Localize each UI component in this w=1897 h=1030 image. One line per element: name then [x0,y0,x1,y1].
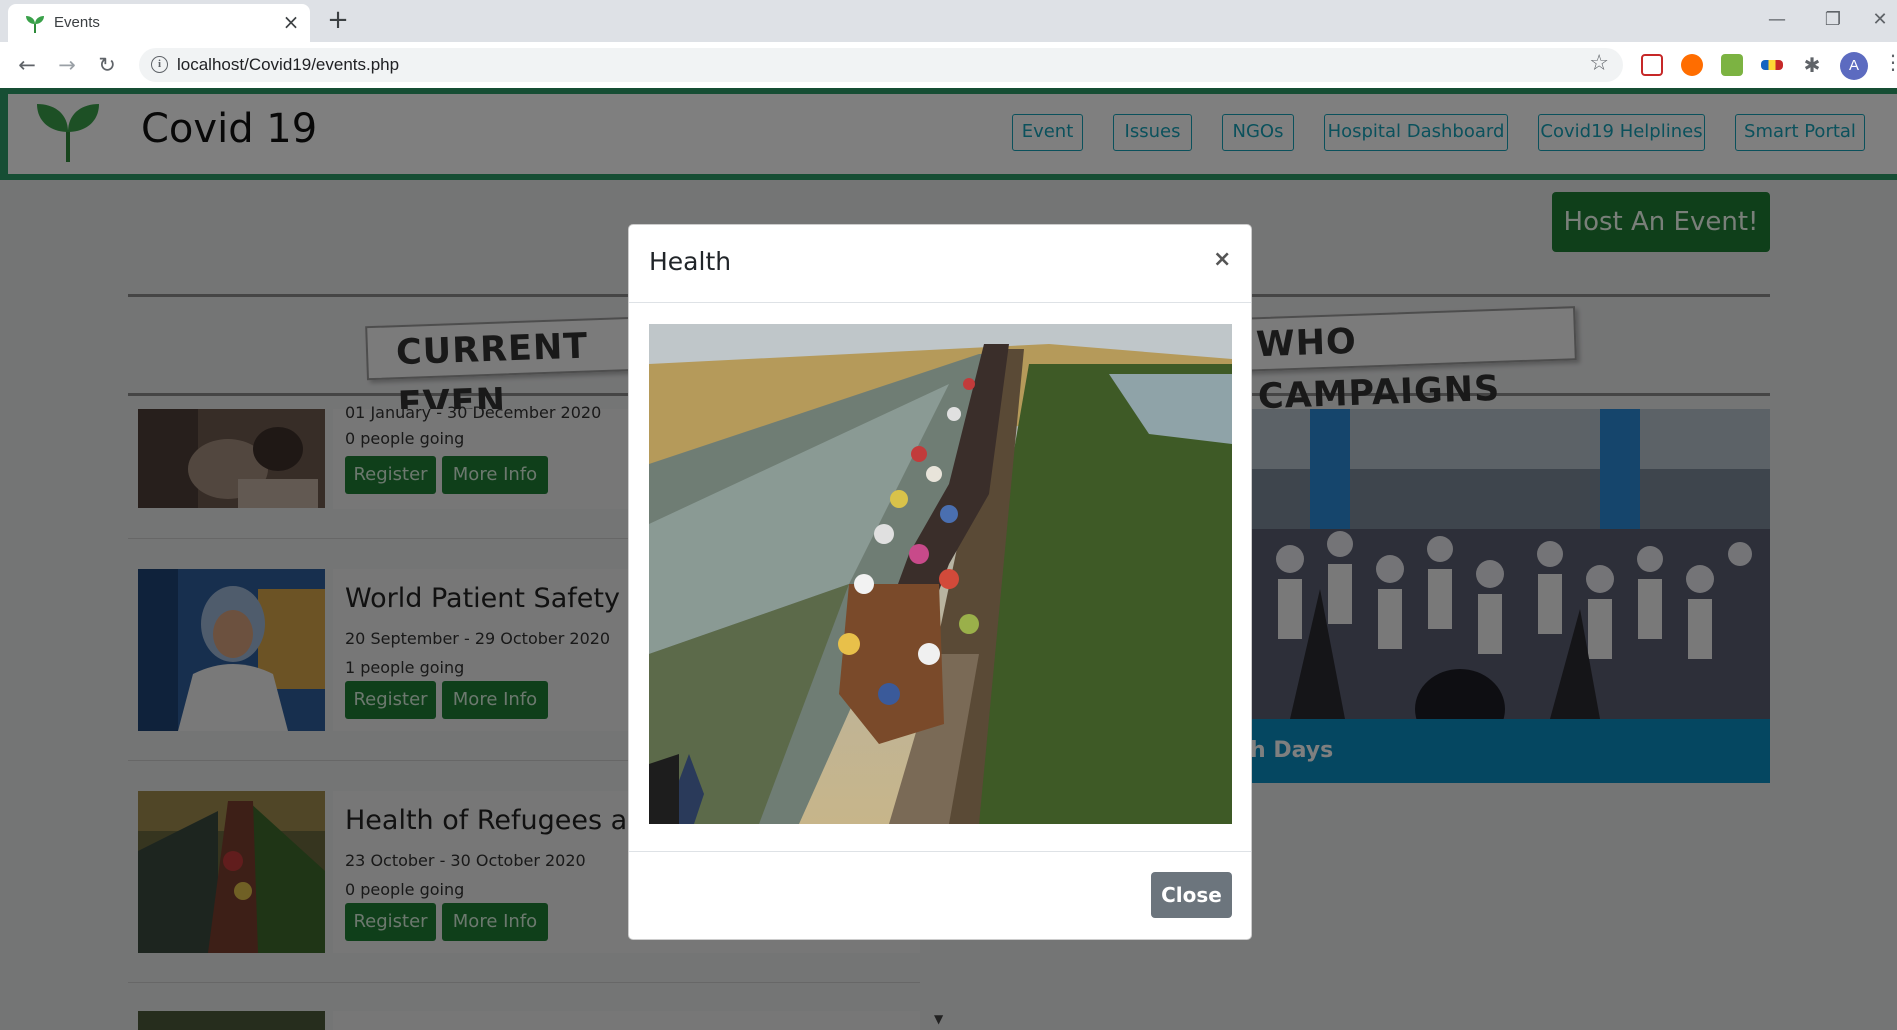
restore-icon[interactable]: ❐ [1813,6,1853,34]
modal-close-button[interactable]: Close [1151,872,1232,918]
leaf-favicon-icon [26,16,44,33]
url-text[interactable]: localhost/Covid19/events.php [177,55,399,75]
extension-orange-icon[interactable] [1681,54,1703,76]
modal-title: Health [649,247,732,276]
modal-close-icon[interactable]: × [1213,247,1231,272]
tab-close-icon[interactable]: × [279,10,303,34]
modal-image [649,324,1232,824]
extension-green-icon[interactable] [1721,54,1743,76]
extensions-puzzle-icon[interactable]: ✱ [1801,54,1823,76]
modal-header-divider [629,302,1251,303]
minimize-icon[interactable]: — [1757,6,1797,34]
bookmark-star-icon[interactable]: ☆ [1589,51,1609,76]
browser-tab[interactable]: Events × [8,4,310,42]
extension-flag-icon[interactable] [1761,60,1783,70]
address-bar[interactable]: i localhost/Covid19/events.php ☆ [139,48,1623,82]
tab-title: Events [54,14,100,31]
close-window-icon[interactable]: ✕ [1860,6,1897,34]
browser-toolbar: ← → ↻ i localhost/Covid19/events.php ☆ ✱… [0,42,1897,88]
modal-footer-divider [629,851,1251,852]
site-info-icon[interactable]: i [151,56,168,73]
profile-avatar[interactable]: A [1840,52,1868,80]
new-tab-button[interactable]: + [323,6,353,36]
forward-icon[interactable]: → [53,51,81,79]
browser-tabstrip: Events × + — ❐ ✕ [0,0,1897,42]
browser-menu-icon[interactable]: ⋮ [1883,50,1897,74]
reload-icon[interactable]: ↻ [93,51,121,79]
extension-pocket-icon[interactable] [1641,54,1663,76]
event-image-modal: Health × Close [628,224,1252,940]
back-icon[interactable]: ← [13,51,41,79]
